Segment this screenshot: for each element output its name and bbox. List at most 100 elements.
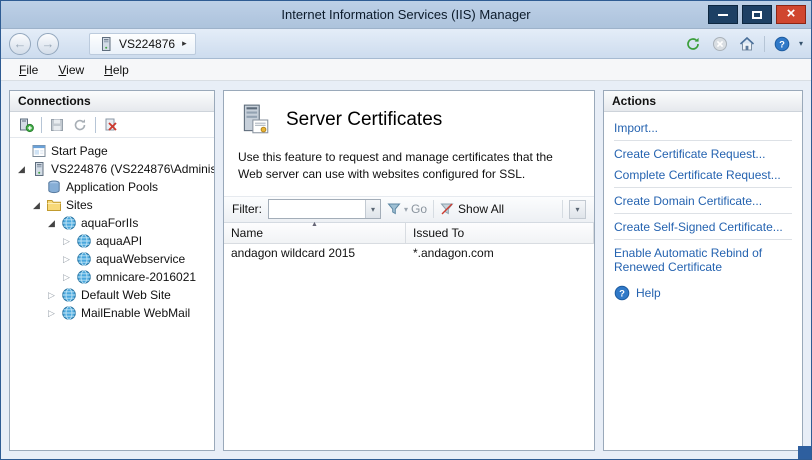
menu-file[interactable]: File <box>11 61 46 79</box>
collapsed-expander-icon[interactable]: ▷ <box>61 272 72 283</box>
create-connection-button[interactable] <box>18 117 34 133</box>
actions-separator <box>614 187 792 188</box>
collapsed-expander-icon[interactable]: ▷ <box>61 236 72 247</box>
action-complete-certificate-request[interactable]: Complete Certificate Request... <box>614 164 792 185</box>
action-help[interactable]: ? Help <box>604 277 802 309</box>
actions-list: Import... Create Certificate Request...Co… <box>604 112 802 277</box>
action-import[interactable]: Import... <box>614 117 792 138</box>
certificates-grid-header: Name ▲ Issued To <box>224 223 594 244</box>
svg-text:?: ? <box>619 288 625 299</box>
tree-item-label: Application Pools <box>66 180 158 194</box>
certificates-grid: andagon wildcard 2015*.andagon.com <box>224 244 594 450</box>
tree-item-label: Start Page <box>51 144 108 158</box>
certificate-row[interactable]: andagon wildcard 2015*.andagon.com <box>224 244 594 263</box>
filter-separator <box>562 200 563 218</box>
sort-asc-icon: ▲ <box>311 221 318 228</box>
title-bar[interactable]: Internet Information Services (IIS) Mana… <box>1 1 811 29</box>
tree-item-label: MailEnable WebMail <box>81 306 190 320</box>
tree-item-label: Sites <box>66 198 93 212</box>
start-page-icon <box>31 143 47 159</box>
collapsed-expander-icon[interactable]: ▷ <box>61 254 72 265</box>
back-icon: ← <box>14 36 27 51</box>
site-icon <box>61 215 77 231</box>
expanded-expander-icon[interactable]: ◢ <box>31 200 42 211</box>
tree-item-default-web-site[interactable]: ▷Default Web Site <box>10 286 214 304</box>
tree-item-label: aquaWebservice <box>96 252 185 266</box>
menu-bar: FileViewHelp <box>1 59 811 81</box>
iis-manager-window: Internet Information Services (IIS) Mana… <box>0 0 812 460</box>
stop-button[interactable] <box>710 34 730 54</box>
dropdown-icon: ▾ <box>575 205 579 214</box>
tree-item-mailenable-webmail[interactable]: ▷ MailEnable WebMail <box>10 304 214 322</box>
cert-name-cell: andagon wildcard 2015 <box>224 246 406 260</box>
go-button[interactable]: ▾ Go <box>387 202 427 216</box>
go-dropdown-icon: ▾ <box>404 205 408 214</box>
column-header-issued-to[interactable]: Issued To <box>406 223 594 243</box>
tree-item-sites[interactable]: ◢ Sites <box>10 196 214 214</box>
folder-icon <box>46 197 62 213</box>
save-connections-button[interactable] <box>49 117 65 133</box>
action-create-domain-certificate[interactable]: Create Domain Certificate... <box>614 190 792 211</box>
close-button[interactable]: × <box>776 5 806 24</box>
tree-item-start-page[interactable]: Start Page <box>10 142 214 160</box>
help-button[interactable]: ? <box>772 34 792 54</box>
tree-item-aquaapi[interactable]: ▷aquaAPI <box>10 232 214 250</box>
tree-item-application-pools[interactable]: Application Pools <box>10 178 214 196</box>
maximize-icon <box>752 11 762 19</box>
close-icon: × <box>787 6 796 21</box>
site-icon <box>61 305 77 321</box>
home-button[interactable] <box>737 34 757 54</box>
help-icon: ? <box>614 285 630 301</box>
group-dropdown-button[interactable]: ▾ <box>569 200 586 219</box>
action-create-self-signed-certificate[interactable]: Create Self-Signed Certificate... <box>614 216 792 237</box>
tree-item-omnicare-2016021[interactable]: ▷omnicare-2016021 <box>10 268 214 286</box>
resize-grip[interactable] <box>798 446 811 459</box>
minimize-icon <box>718 14 728 16</box>
action-create-certificate-request[interactable]: Create Certificate Request... <box>614 143 792 164</box>
refresh-button[interactable] <box>683 34 703 54</box>
minimize-button[interactable] <box>708 5 738 24</box>
svg-text:?: ? <box>779 39 785 50</box>
filter-dropdown-icon[interactable]: ▾ <box>365 200 380 218</box>
collapsed-expander-icon[interactable]: ▷ <box>46 308 57 319</box>
connections-tree: Start Page ◢VS224876 (VS224876\Administ Ap… <box>10 138 214 450</box>
action-enable-automatic-rebind-of-renewed-certificate[interactable]: Enable Automatic Rebind of Renewed Certi… <box>614 242 792 277</box>
refresh-icon <box>685 36 701 52</box>
feature-description: Use this feature to request and manage c… <box>224 141 594 196</box>
menu-view[interactable]: View <box>50 61 92 79</box>
show-all-icon <box>440 202 454 216</box>
filter-right: ▾ <box>562 200 586 219</box>
breadcrumb-server[interactable]: VS224876 <box>119 37 175 51</box>
actions-separator <box>614 213 792 214</box>
breadcrumb[interactable]: VS224876 ▸ <box>89 33 196 55</box>
site-icon <box>76 233 92 249</box>
delete-connection-button[interactable] <box>103 117 119 133</box>
toolbar-right-icons: ? ▾ <box>683 34 803 54</box>
connections-header: Connections <box>10 91 214 112</box>
tree-item-aquawebservice[interactable]: ▷ aquaWebservice <box>10 250 214 268</box>
filter-input[interactable] <box>269 201 365 217</box>
show-all-button[interactable]: Show All <box>440 202 504 216</box>
breadcrumb-arrow-icon[interactable]: ▸ <box>182 38 187 49</box>
toolbar-separator <box>764 36 765 52</box>
collapsed-expander-icon[interactable]: ▷ <box>46 290 57 301</box>
tree-item-label: aquaForIIs <box>81 216 138 230</box>
menu-help[interactable]: Help <box>96 61 137 79</box>
home-icon <box>739 36 755 52</box>
expanded-expander-icon[interactable]: ◢ <box>16 164 27 175</box>
help-icon: ? <box>774 36 790 52</box>
column-header-name[interactable]: Name ▲ <box>224 223 406 243</box>
help-dropdown-icon[interactable]: ▾ <box>799 39 803 48</box>
site-icon <box>76 251 92 267</box>
tree-item-aquaforiis[interactable]: ◢ aquaForIIs <box>10 214 214 232</box>
filter-bar: Filter: ▾ ▾ Go Show All ▾ <box>224 196 594 223</box>
column-header-label: Name <box>231 226 263 240</box>
actions-panel: Actions Import...Create Certificate Requ… <box>603 90 803 451</box>
refresh-connections-button[interactable] <box>72 117 88 133</box>
tree-item-vs224876-vs224876-administ[interactable]: ◢VS224876 (VS224876\Administ <box>10 160 214 178</box>
expanded-expander-icon[interactable]: ◢ <box>46 218 57 229</box>
maximize-button[interactable] <box>742 5 772 24</box>
forward-button[interactable]: → <box>37 33 59 55</box>
back-button[interactable]: ← <box>9 33 31 55</box>
filter-separator <box>433 200 434 218</box>
